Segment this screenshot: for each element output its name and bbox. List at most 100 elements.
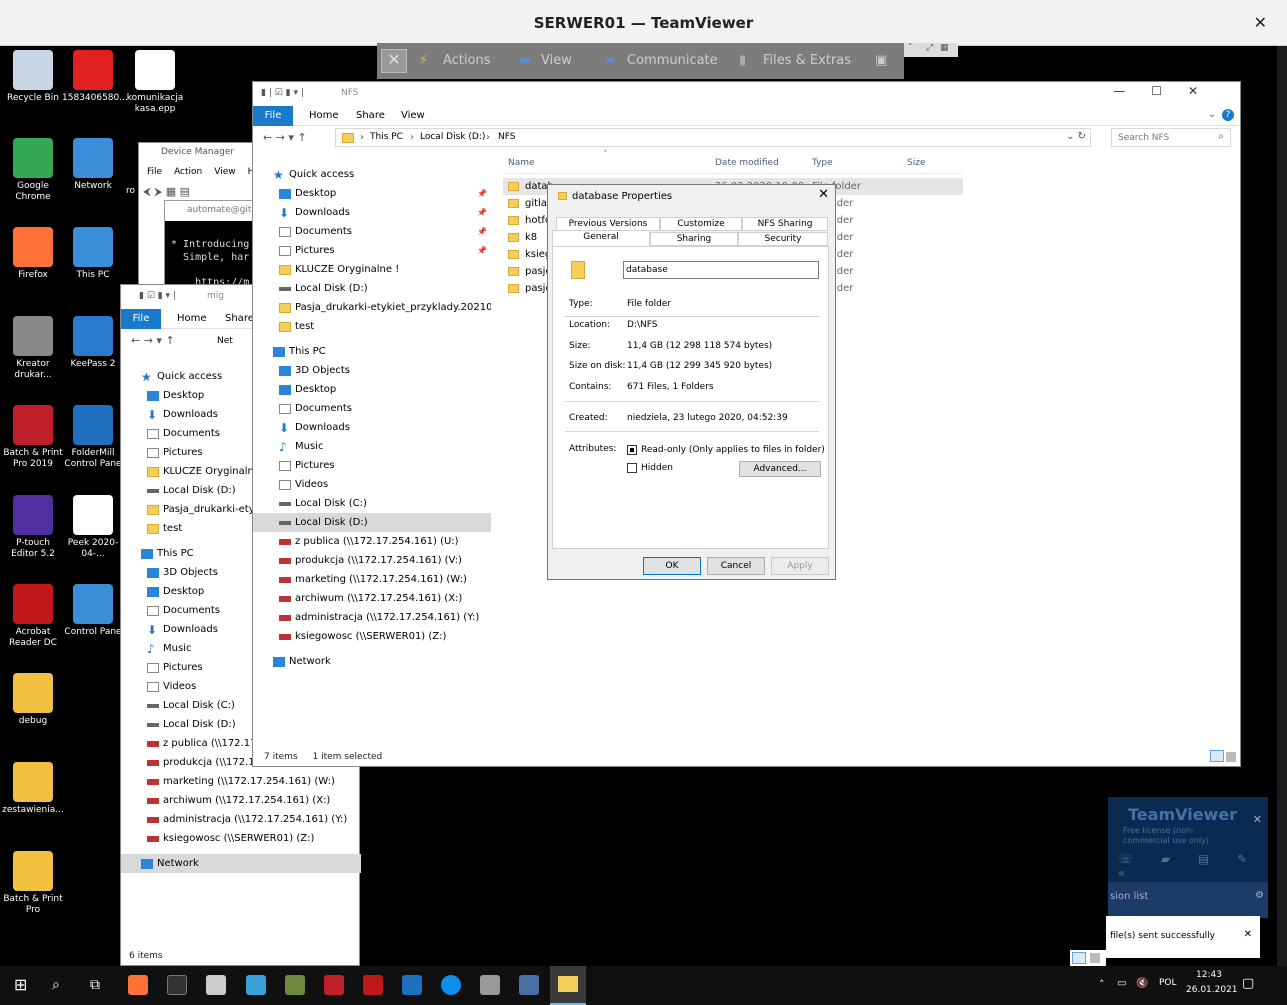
chevron-down-icon[interactable]: ⌄ [1208, 109, 1216, 120]
tab-general[interactable]: General [552, 230, 650, 247]
network-icon[interactable] [519, 975, 539, 995]
nav-item[interactable]: Pasja_drukarki-etykiet_przyklady.2021010… [253, 298, 491, 317]
nav-item[interactable]: Pictures 📌 [253, 241, 491, 260]
desktop-icon[interactable]: Network [62, 138, 124, 192]
desktop-icon[interactable]: Recycle Bin [2, 50, 64, 104]
tools-icon[interactable] [285, 975, 305, 995]
desktop-icon[interactable]: Control Pane [62, 584, 124, 638]
address-path[interactable]: Net [217, 336, 233, 346]
nav-item[interactable]: ⬇ Downloads [253, 418, 491, 437]
clock-time[interactable]: 12:43 [1196, 970, 1222, 980]
ribbon-file-tab[interactable]: File [253, 106, 293, 126]
menu-file[interactable]: File [147, 167, 162, 177]
details-view-icon[interactable] [1072, 952, 1086, 964]
mig-view-toggles[interactable] [1070, 950, 1106, 966]
breadcrumb-nfs[interactable]: NFS [498, 132, 515, 142]
nav-item[interactable]: 3D Objects [253, 361, 491, 380]
breadcrumb-this-pc[interactable]: This PC [370, 132, 403, 142]
tab-sharing[interactable]: Sharing [650, 232, 738, 246]
toolbar-collapse-controls[interactable]: ˄ ⤢ ▦ [904, 43, 958, 57]
nav-item[interactable]: Desktop [253, 380, 491, 399]
explorer-taskbar-button[interactable] [550, 966, 586, 1005]
tiles-view-icon[interactable] [1226, 752, 1236, 762]
ribbon-home-tab[interactable]: Home [309, 110, 339, 121]
column-type[interactable]: Type [812, 158, 833, 168]
gear-icon[interactable]: ⚙ [1255, 890, 1264, 901]
ribbon-home-tab[interactable]: Home [177, 313, 207, 324]
start-icon[interactable]: ⊞ [14, 975, 34, 995]
qat-icons[interactable]: ▮ | ☑ ▮ ▾ | [261, 88, 304, 98]
hidden-label[interactable]: Hidden [641, 463, 673, 473]
nav-item[interactable]: Local Disk (D:) [253, 513, 491, 532]
close-icon[interactable]: ✕ [1253, 813, 1262, 826]
desktop-icon[interactable]: Peek 2020-04-... [62, 495, 124, 560]
menu-view[interactable]: View [214, 167, 235, 177]
nav-arrows[interactable]: ← → ▾ ↑ [263, 131, 307, 144]
details-view-icon[interactable] [1210, 750, 1224, 762]
qat-icons[interactable]: ▮ ☑ ▮ ▾ | [139, 291, 176, 301]
column-name[interactable]: Name [508, 158, 535, 168]
nav-item[interactable]: ♪ Music [253, 437, 491, 456]
readonly-label[interactable]: Read-only (Only applies to files in fold… [641, 445, 825, 455]
close-icon[interactable]: ✕ [818, 187, 829, 202]
toolbar-files-extras[interactable]: Files & Extras [763, 53, 851, 68]
close-icon[interactable]: ✕ [381, 49, 407, 73]
name-field[interactable]: database [623, 261, 819, 279]
search-box[interactable]: Search NFS ⌕ [1111, 128, 1231, 147]
nav-item[interactable]: Local Disk (D:) [253, 279, 491, 298]
task-view-icon[interactable]: ⧉ [90, 975, 110, 995]
nav-item[interactable]: Documents 📌 [253, 222, 491, 241]
nav-item[interactable]: produkcja (\\172.17.254.161) (V:) [253, 551, 491, 570]
toolbar-actions[interactable]: Actions [443, 53, 491, 68]
desktop-icon[interactable]: FolderMill Control Pane [62, 405, 124, 470]
batch-print-icon[interactable] [324, 975, 344, 995]
nav-item[interactable]: marketing (\\172.17.254.161) (W:) [121, 772, 361, 791]
nav-item[interactable]: This PC [253, 342, 491, 361]
device-manager-icon[interactable] [480, 975, 500, 995]
nav-item[interactable]: Documents [253, 399, 491, 418]
nav-item[interactable]: test [253, 317, 491, 336]
refresh-icon[interactable]: ⌄ ↻ [1066, 131, 1086, 142]
desktop-icon[interactable]: KeePass 2 [62, 316, 124, 370]
properties-dialog[interactable]: database Properties ✕ Previous Versions … [547, 184, 836, 580]
toolbar-view[interactable]: View [541, 53, 572, 68]
desktop-icon[interactable]: 1583406580... [62, 50, 128, 104]
nav-item[interactable]: KLUCZE Oryginalne ! [253, 260, 491, 279]
help-icon[interactable]: ? [1222, 109, 1234, 121]
advanced-button[interactable]: Advanced... [739, 461, 821, 477]
nav-item[interactable]: Videos [253, 475, 491, 494]
network-tray-icon[interactable]: ▭ [1117, 978, 1126, 989]
volume-muted-icon[interactable]: 🔇 [1136, 978, 1148, 989]
search-icon[interactable]: ⌕ [1218, 131, 1224, 142]
desktop-icon[interactable]: Firefox [2, 227, 64, 281]
nav-item[interactable]: marketing (\\172.17.254.161) (W:) [253, 570, 491, 589]
clock-date[interactable]: 26.01.2021 [1186, 985, 1238, 995]
nav-item[interactable]: archiwum (\\172.17.254.161) (X:) [253, 589, 491, 608]
breadcrumb[interactable]: › This PC › Local Disk (D:) › NFS ⌄ ↻ [335, 128, 1091, 147]
fullscreen-icon[interactable]: ⤢ [926, 43, 933, 53]
desktop-icon[interactable]: debug [2, 673, 64, 727]
close-icon[interactable]: ✕ [1244, 929, 1252, 940]
terminal-icon[interactable] [167, 975, 187, 995]
firefox-icon[interactable] [128, 975, 148, 995]
foldermill-icon[interactable] [402, 975, 422, 995]
ok-button[interactable]: OK [643, 557, 701, 575]
readonly-checkbox[interactable] [627, 445, 637, 455]
server-manager-icon[interactable] [246, 975, 266, 995]
nav-arrows[interactable]: ← → ▾ ↑ [131, 334, 175, 347]
pin-icon[interactable]: 📌 [477, 222, 487, 241]
nav-item[interactable]: Network [121, 854, 361, 873]
pin-icon[interactable]: 📌 [477, 203, 487, 222]
column-date[interactable]: Date modified [715, 158, 779, 168]
nav-item[interactable]: ★ Quick access [253, 165, 491, 184]
ribbon-file-tab[interactable]: File [121, 309, 161, 329]
desktop-icon[interactable]: zestawienia... [2, 762, 64, 816]
grid-icon[interactable]: ▦ [940, 43, 949, 53]
nav-item[interactable]: Network [253, 652, 491, 671]
desktop-icon[interactable]: P-touch Editor 5.2 [2, 495, 64, 560]
column-size[interactable]: Size [907, 158, 925, 168]
nav-item[interactable]: Desktop 📌 [253, 184, 491, 203]
nav-item[interactable]: Local Disk (C:) [253, 494, 491, 513]
search-placeholder[interactable]: Search NFS [1118, 133, 1169, 143]
windows-icon[interactable]: ▣ [875, 53, 887, 68]
